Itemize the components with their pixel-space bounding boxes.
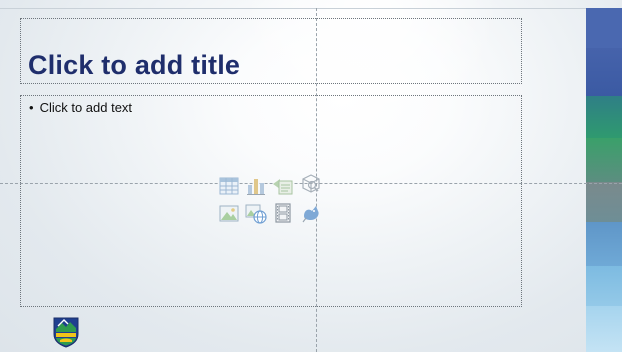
insert-chart-icon[interactable] (245, 175, 267, 197)
decorative-color-band (586, 8, 622, 352)
insert-video-icon[interactable] (272, 202, 294, 224)
insert-icons-icon[interactable] (300, 202, 322, 224)
institution-crest-logo (52, 316, 80, 348)
bullet-marker: • (29, 100, 34, 115)
insert-3d-model-icon[interactable] (300, 173, 322, 195)
insert-smartart-icon[interactable] (272, 175, 294, 197)
title-placeholder[interactable]: Click to add title (20, 18, 522, 84)
slide-canvas[interactable]: Click to add title • Click to add text (0, 0, 622, 352)
insert-online-picture-icon[interactable] (245, 202, 267, 224)
insert-picture-icon[interactable] (218, 202, 240, 224)
slide-top-edge (0, 8, 586, 9)
content-placeholder-text: Click to add text (39, 100, 133, 115)
title-placeholder-text: Click to add title (28, 50, 241, 80)
insert-content-icons (218, 173, 328, 225)
insert-table-icon[interactable] (218, 175, 240, 197)
bullet-item: • Click to add text (29, 100, 132, 115)
